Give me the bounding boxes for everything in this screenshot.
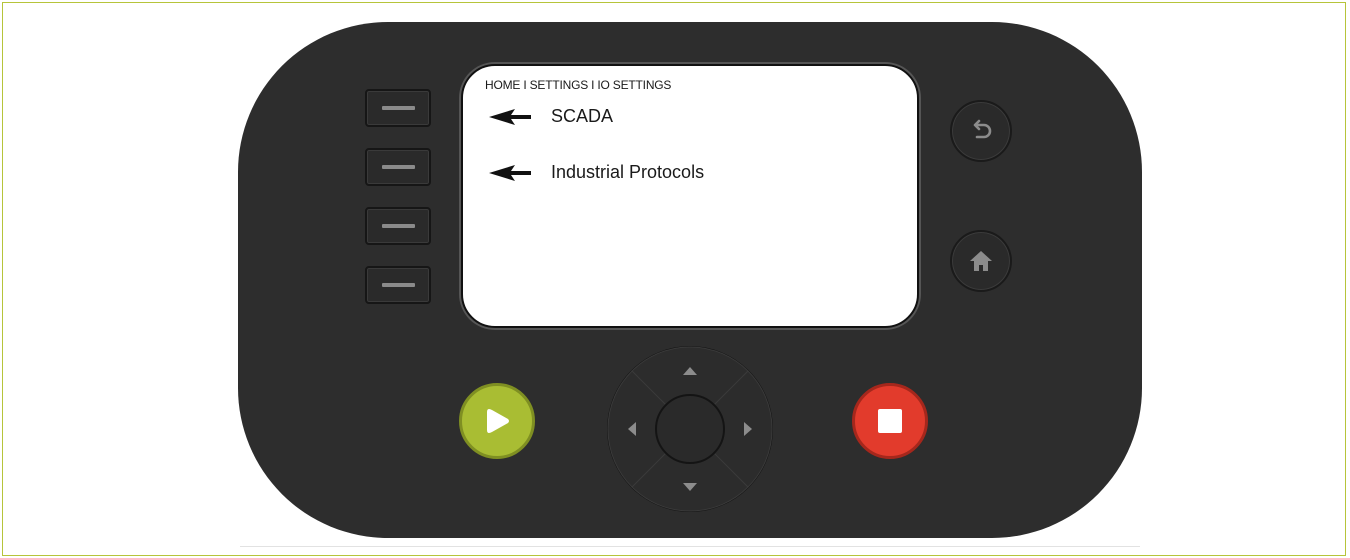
- back-arrow-icon: [973, 119, 992, 139]
- display-screen: HOME I SETTINGS I IO SETTINGS SCADA Indu…: [461, 64, 919, 328]
- directional-pad: [607, 346, 773, 512]
- breadcrumb: HOME I SETTINGS I IO SETTINGS: [485, 78, 672, 92]
- softkey-4[interactable]: [365, 266, 431, 304]
- stop-square-icon: [878, 409, 902, 433]
- dash-icon: [382, 106, 415, 110]
- start-button[interactable]: [459, 383, 535, 459]
- menu-item-label: Industrial Protocols: [551, 162, 705, 182]
- arrow-left-icon: [489, 164, 531, 181]
- menu-item-industrial-protocols[interactable]: Industrial Protocols: [489, 162, 704, 183]
- dash-icon: [382, 283, 415, 287]
- softkey-1[interactable]: [365, 89, 431, 127]
- arrow-left-icon: [489, 108, 531, 125]
- home-icon: [970, 251, 992, 271]
- softkey-3[interactable]: [365, 207, 431, 245]
- back-button[interactable]: [950, 100, 1012, 162]
- dash-icon: [382, 224, 415, 228]
- stop-button[interactable]: [852, 383, 928, 459]
- menu-item-label: SCADA: [551, 106, 614, 126]
- play-icon: [487, 409, 509, 433]
- home-button[interactable]: [950, 230, 1012, 292]
- dpad-center-button[interactable]: [655, 394, 725, 464]
- baseline-divider: [240, 546, 1140, 547]
- softkey-2[interactable]: [365, 148, 431, 186]
- menu-item-scada[interactable]: SCADA: [489, 106, 613, 127]
- dash-icon: [382, 165, 415, 169]
